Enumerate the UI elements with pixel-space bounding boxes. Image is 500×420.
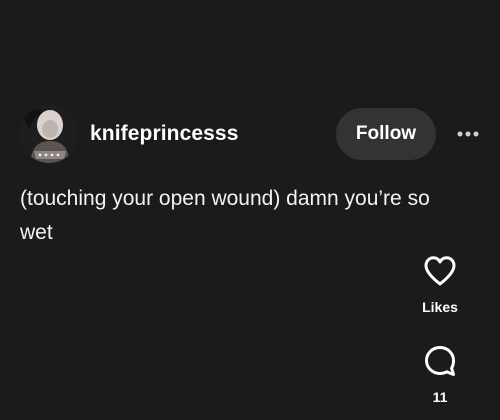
post-text: (touching your open wound) damn you’re s… xyxy=(20,187,430,244)
post-view: knifeprincesss Follow (touching your ope… xyxy=(0,0,500,420)
like-button[interactable] xyxy=(422,253,458,289)
post-header: knifeprincesss Follow xyxy=(20,105,482,163)
avatar[interactable] xyxy=(20,105,78,163)
avatar-image xyxy=(20,105,78,163)
comments-action: 11 xyxy=(400,343,480,405)
more-horizontal-icon xyxy=(457,131,479,137)
likes-action: Likes xyxy=(400,253,480,315)
heart-icon xyxy=(424,256,456,286)
likes-label[interactable]: Likes xyxy=(422,299,458,315)
more-options-button[interactable] xyxy=(454,120,482,148)
follow-button[interactable]: Follow xyxy=(336,108,436,160)
username[interactable]: knifeprincesss xyxy=(90,122,336,146)
comments-count[interactable]: 11 xyxy=(433,389,448,405)
comment-bubble-icon xyxy=(425,346,455,376)
comment-button[interactable] xyxy=(422,343,458,379)
